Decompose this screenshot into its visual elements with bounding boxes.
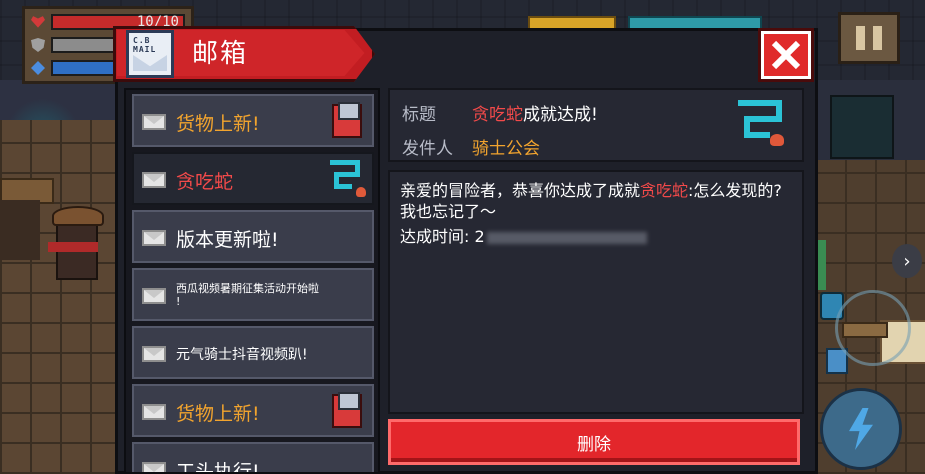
mail-item-label: 贪吃蛇	[176, 171, 234, 193]
mail-item-label: 元气骑士抖音视频趴!	[176, 347, 308, 363]
fire-icon	[356, 187, 366, 197]
fire-icon	[770, 134, 784, 146]
close-button[interactable]	[761, 31, 811, 79]
heart-icon	[31, 16, 45, 28]
lightning-icon	[849, 408, 873, 450]
delete-button[interactable]: 删除	[388, 419, 800, 465]
mail-item-label: 工头执行!	[176, 461, 260, 474]
right-wall-panel	[830, 95, 894, 159]
mail-item[interactable]: 工头执行!	[132, 442, 374, 474]
mail-item[interactable]: 元气骑士抖音视频趴!	[132, 326, 374, 379]
mail-item-label: 货物上新!	[176, 113, 260, 135]
mail-title: 贪吃蛇成就达成!	[472, 100, 598, 125]
knight-icon	[332, 102, 362, 138]
pause-button[interactable]	[838, 12, 900, 64]
time-redacted	[486, 231, 647, 244]
mail-item[interactable]: 版本更新啦!	[132, 210, 374, 263]
envelope-icon	[142, 230, 166, 246]
envelope-icon	[142, 172, 166, 188]
envelope-icon	[142, 404, 166, 420]
title-label: 标题	[402, 105, 436, 125]
mail-item-label: 版本更新啦!	[176, 229, 279, 251]
mail-logo-icon: C.B MAIL	[126, 30, 174, 78]
body-highlight: 贪吃蛇	[640, 181, 689, 200]
mail-logo-text: C.B MAIL	[133, 36, 157, 54]
envelope-icon	[142, 288, 166, 304]
dialog-title: 邮箱	[192, 39, 249, 69]
pause-icon	[856, 26, 865, 50]
green-door-rim	[818, 240, 826, 290]
mail-item[interactable]: 货物上新!	[132, 94, 374, 147]
achievement-time: 达成时间: 2	[400, 223, 647, 247]
left-cabinet	[0, 200, 40, 260]
close-icon	[771, 40, 801, 70]
skill-button[interactable]	[820, 388, 902, 470]
mail-item-label: 西瓜视频暑期征集活动开始啦 !	[176, 282, 319, 308]
sender-label: 发件人	[402, 139, 453, 159]
mail-item-selected[interactable]: 贪吃蛇	[132, 152, 374, 205]
mail-item-label: 货物上新!	[176, 403, 260, 425]
mail-item[interactable]: 西瓜视频暑期征集活动开始啦 !	[132, 268, 374, 321]
sender-value: 骑士公会	[472, 139, 540, 159]
mail-list[interactable]: 货物上新! 贪吃蛇 版本更新啦! 西瓜视频暑期征集活动开始啦 ! 元气骑士抖音视…	[124, 88, 380, 474]
envelope-icon	[142, 114, 166, 130]
mail-title-rest: 成就达成!	[523, 105, 598, 125]
gem-icon	[31, 61, 45, 75]
time-label: 达成时间: 2	[400, 227, 485, 246]
mail-body-text: 亲爱的冒险者，恭喜你达成了成就贪吃蛇:怎么发现的? 我也忘记了～	[400, 180, 790, 222]
npc-hat	[52, 206, 104, 226]
envelope-icon	[142, 462, 166, 472]
chevron-right-icon[interactable]: ›	[892, 244, 922, 278]
joystick-ring[interactable]	[835, 290, 911, 366]
mail-item[interactable]: 货物上新!	[132, 384, 374, 437]
shield-icon	[31, 38, 45, 52]
mail-title-highlight: 贪吃蛇	[472, 105, 523, 125]
envelope-icon	[142, 346, 166, 362]
npc-scarf	[48, 242, 98, 252]
left-floor	[0, 120, 130, 474]
knight-icon	[332, 392, 362, 428]
body-prefix: 亲爱的冒险者，恭喜你达成了成就	[400, 181, 641, 200]
